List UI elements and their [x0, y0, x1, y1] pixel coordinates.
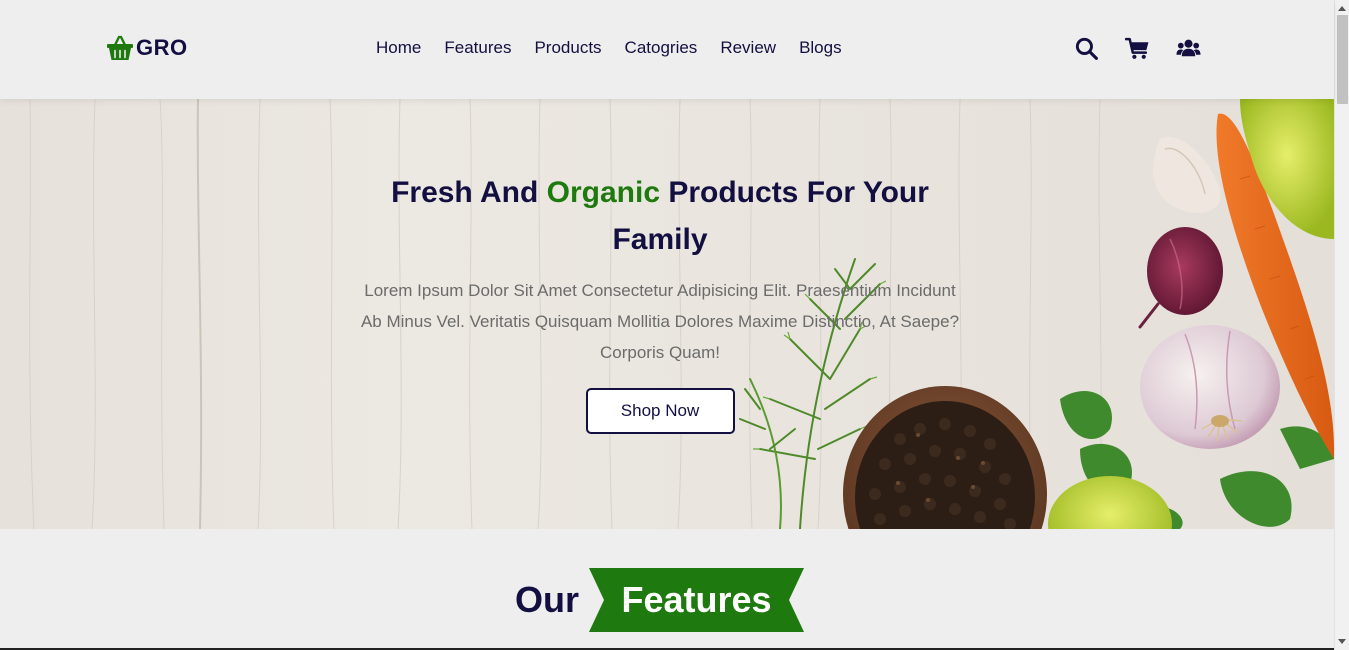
hero-title-part2: Products For Your Family	[612, 176, 929, 256]
scroll-down-arrow-icon[interactable]	[1338, 639, 1346, 644]
scrollbar-thumb[interactable]	[1337, 15, 1348, 104]
vertical-scrollbar[interactable]	[1334, 0, 1349, 650]
cart-icon[interactable]	[1125, 36, 1150, 61]
users-icon[interactable]	[1176, 36, 1201, 61]
hero-title: Fresh And Organic Products For Your Fami…	[360, 169, 960, 263]
header-icons	[1074, 36, 1201, 61]
nav-blogs[interactable]: Blogs	[799, 38, 842, 58]
features-heading: Our Features	[515, 568, 805, 632]
features-heading-our: Our	[515, 579, 580, 620]
features-ribbon: Features	[589, 568, 805, 632]
nav-review[interactable]: Review	[720, 38, 776, 58]
shop-now-button[interactable]: Shop Now	[585, 388, 735, 434]
hero-content: Fresh And Organic Products For Your Fami…	[360, 169, 960, 434]
main-nav: Home Features Products Catogries Review …	[376, 38, 865, 58]
hero-title-part1: Fresh And	[391, 176, 547, 209]
shopping-basket-icon	[107, 35, 133, 60]
scroll-up-arrow-icon[interactable]	[1338, 6, 1346, 11]
site-header: GRO Home Features Products Catogries Rev…	[0, 0, 1334, 99]
nav-products[interactable]: Products	[534, 38, 601, 58]
search-icon[interactable]	[1074, 36, 1099, 61]
features-heading-label: Features	[621, 579, 772, 620]
hero-description: Lorem Ipsum Dolor Sit Amet Consectetur A…	[360, 281, 960, 362]
logo-text: GRO	[136, 35, 188, 60]
logo[interactable]: GRO	[106, 34, 188, 62]
nav-features[interactable]: Features	[444, 38, 511, 58]
hero-banner: Fresh And Organic Products For Your Fami…	[0, 99, 1334, 529]
hero-title-accent: Organic	[546, 176, 661, 209]
nav-home[interactable]: Home	[376, 38, 421, 58]
nav-categories[interactable]: Catogries	[625, 38, 698, 58]
